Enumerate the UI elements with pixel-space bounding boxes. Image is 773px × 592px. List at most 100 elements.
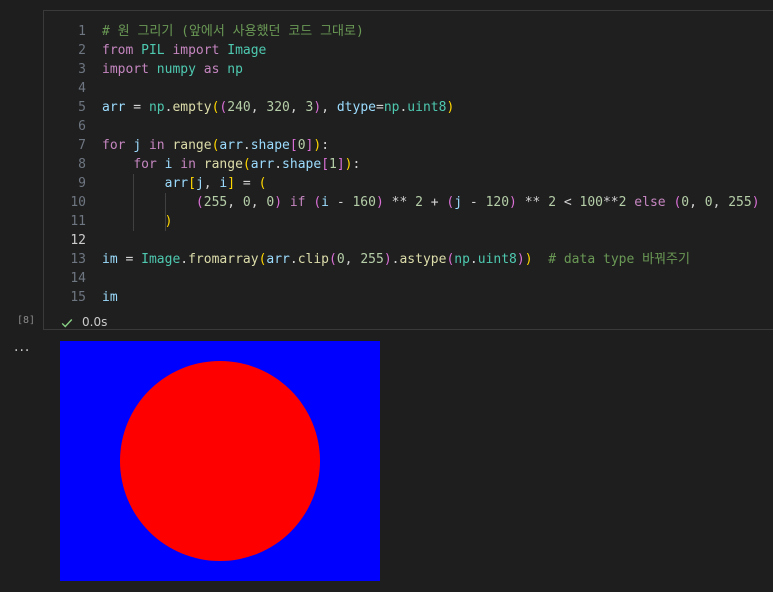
code-token: 255 (360, 252, 384, 267)
code-token: np (148, 100, 165, 115)
code-cell[interactable]: 1 # 원 그리기 (앞에서 사용했던 코드 그대로) 2 from PIL impo… (43, 10, 773, 330)
code-token: for (102, 138, 126, 153)
code-token: numpy (156, 62, 196, 77)
code-token: 320 (266, 100, 290, 115)
code-token: - (329, 195, 353, 210)
code-token: ) (313, 138, 322, 153)
code-token: 255 (203, 195, 228, 210)
code-token: arr (266, 252, 290, 267)
code-line[interactable]: 2 from PIL import Image (44, 41, 773, 60)
code-line[interactable]: 1 # 원 그리기 (앞에서 사용했던 코드 그대로) (44, 22, 773, 41)
code-line[interactable]: 12 (44, 231, 773, 250)
code-token: , (203, 176, 220, 191)
code-line[interactable]: 6 (44, 117, 773, 136)
code-token: [ (321, 157, 330, 172)
code-token: fromarray (188, 252, 259, 267)
code-token: # data type 바꿔주기 (548, 252, 690, 267)
code-token: dtype (336, 100, 376, 115)
code-token: 120 (485, 195, 510, 210)
code-line[interactable]: 3 import numpy as np (44, 60, 773, 79)
code-token: PIL (141, 43, 165, 58)
code-token: clip (297, 252, 330, 267)
line-number: 7 (78, 138, 86, 153)
code-token: ( (242, 157, 251, 172)
execution-count: [8] (17, 315, 36, 326)
code-token: = (375, 100, 384, 115)
code-text: im (102, 288, 118, 307)
code-token: 100 (579, 195, 603, 210)
code-token: # 원 그리기 (앞에서 사용했던 코드 그대로) (102, 24, 364, 39)
code-token: ) (446, 100, 455, 115)
code-token: , (689, 195, 705, 210)
output-image (60, 341, 380, 581)
code-text: im = Image.fromarray(arr.clip(0, 255).as… (102, 250, 690, 269)
code-line[interactable]: 4 (44, 79, 773, 98)
line-number: 2 (78, 43, 86, 58)
code-token: , (344, 252, 361, 267)
code-token: 0 (336, 252, 345, 267)
output-more-actions-button[interactable]: ... (14, 339, 30, 355)
code-editor[interactable]: 1 # 원 그리기 (앞에서 사용했던 코드 그대로) 2 from PIL impo… (44, 22, 773, 307)
code-token: ( (195, 195, 204, 210)
code-token: < (556, 195, 580, 210)
line-number: 13 (70, 252, 86, 267)
code-token: + (422, 195, 447, 210)
code-token: 1 (329, 157, 337, 172)
code-token: np (454, 252, 470, 267)
code-token: in (148, 138, 165, 153)
code-token: i (321, 195, 329, 210)
code-token: ( (258, 176, 267, 191)
code-token: ) (751, 195, 760, 210)
code-token: arr (250, 157, 275, 172)
code-token: 2 (548, 195, 557, 210)
code-token: im (102, 252, 118, 267)
code-token: uint8 (407, 100, 447, 115)
code-token: as (203, 62, 220, 77)
code-token: range (172, 138, 212, 153)
code-token: ) (516, 252, 525, 267)
code-token: 0 (704, 195, 713, 210)
code-token: [ (188, 176, 196, 191)
code-token: = (117, 252, 142, 267)
code-token: = (125, 100, 149, 115)
code-text: import numpy as np (102, 60, 243, 79)
code-token: astype (399, 252, 447, 267)
code-token: for (133, 157, 157, 172)
code-token: , (227, 195, 243, 210)
code-token: empty (172, 100, 212, 115)
code-token: im (102, 290, 118, 305)
code-line[interactable]: 7 for j in range(arr.shape[0]): (44, 136, 773, 155)
code-line[interactable]: 15 im (44, 288, 773, 307)
code-token: 2 (415, 195, 423, 210)
code-text: (255, 0, 0) if (i - 160) ** 2 + (j - 120… (102, 193, 760, 212)
code-token: 0 (297, 138, 306, 153)
code-line[interactable]: 9 arr[j, i] = ( (44, 174, 773, 193)
code-token: 240 (227, 100, 251, 115)
code-token: import (102, 62, 149, 77)
code-line[interactable]: 10 (255, 0, 0) if (i - 160) ** 2 + (j - … (44, 193, 773, 212)
code-line[interactable]: 14 (44, 269, 773, 288)
code-token: : (352, 157, 361, 172)
check-icon (61, 318, 73, 328)
code-line[interactable]: 5 arr = np.empty((240, 320, 3), dtype=np.… (44, 98, 773, 117)
code-token: ( (329, 252, 337, 267)
code-token: ) (524, 252, 533, 267)
code-line[interactable]: 11 ) (44, 212, 773, 231)
code-token: j (133, 138, 142, 153)
code-line[interactable]: 13 im = Image.fromarray(arr.clip(0, 255).… (44, 250, 773, 269)
code-token: np (227, 62, 243, 77)
line-number: 10 (70, 195, 86, 210)
code-token: . (180, 252, 189, 267)
code-line[interactable]: 8 for i in range(arr.shape[1]): (44, 155, 773, 174)
code-token: if (289, 195, 306, 210)
code-token: ) (383, 252, 392, 267)
code-token: 255 (728, 195, 752, 210)
line-number: 3 (78, 62, 86, 77)
code-token: arr (219, 138, 243, 153)
code-token: . (289, 252, 298, 267)
